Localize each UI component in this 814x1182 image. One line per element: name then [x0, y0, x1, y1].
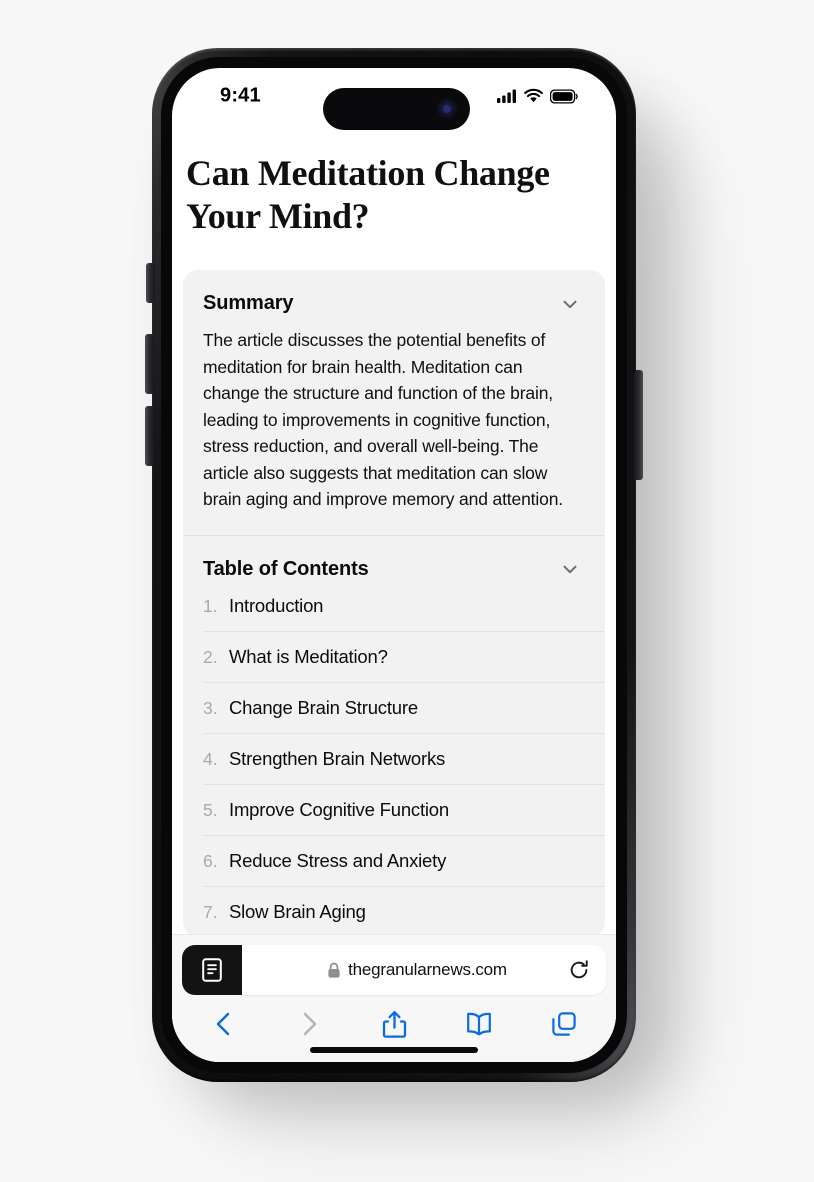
- toc-item[interactable]: 3. Change Brain Structure: [183, 681, 605, 733]
- reader-summary-card: Summary The article discusses the potent…: [183, 270, 605, 937]
- table-of-contents-section: Table of Contents 1. Introduction 2. What i…: [183, 536, 605, 937]
- share-button[interactable]: [368, 1004, 420, 1044]
- toc-item[interactable]: 5. Improve Cognitive Function: [183, 783, 605, 835]
- power-button[interactable]: [634, 370, 643, 480]
- toc-item-inner: 4. Strengthen Brain Networks: [203, 732, 605, 784]
- front-camera-icon: [437, 99, 457, 119]
- summary-section: Summary The article discusses the potent…: [183, 270, 605, 535]
- toc-item-inner: 5. Improve Cognitive Function: [203, 783, 605, 835]
- toc-item-number: 2.: [203, 646, 218, 667]
- summary-body-text: The article discusses the potential bene…: [203, 330, 563, 509]
- summary-title: Summary: [203, 292, 294, 314]
- tabs-icon: [552, 1012, 576, 1036]
- address-bar-content: thegranularnews.com: [327, 960, 507, 980]
- chevron-left-icon: [216, 1012, 230, 1036]
- chevron-down-icon[interactable]: [559, 558, 581, 580]
- toc-title: Table of Contents: [203, 557, 369, 580]
- address-bar[interactable]: thegranularnews.com: [242, 945, 606, 995]
- toc-item-inner: 2. What is Meditation?: [203, 630, 605, 682]
- toc-item-number: 4.: [203, 748, 218, 769]
- reader-mode-icon: [202, 958, 222, 982]
- status-bar-indicators: [497, 88, 578, 104]
- home-indicator[interactable]: [310, 1047, 478, 1053]
- volume-down-button[interactable]: [145, 406, 154, 466]
- toc-item-label: Slow Brain Aging: [229, 900, 366, 922]
- share-icon: [382, 1010, 406, 1038]
- reader-page-content: Can Meditation Change Your Mind? Summary…: [172, 126, 616, 1062]
- book-icon: [467, 1012, 491, 1036]
- browser-nav-row: [172, 1001, 616, 1047]
- back-button[interactable]: [198, 1004, 250, 1044]
- toc-item-number: 6.: [203, 850, 218, 871]
- phone-screen: 9:41 Can Meditation Change Your Mind? Su…: [172, 68, 616, 1062]
- toc-item-inner: 7. Slow Brain Aging: [203, 885, 605, 937]
- toc-item-number: 1.: [203, 595, 218, 616]
- toc-item-label: Change Brain Structure: [229, 696, 418, 718]
- wifi-icon: [524, 88, 543, 103]
- chevron-right-icon: [303, 1012, 317, 1036]
- toc-header[interactable]: Table of Contents: [183, 536, 605, 581]
- cellular-signal-icon: [497, 89, 516, 103]
- toc-item-number: 5.: [203, 799, 218, 820]
- summary-header[interactable]: Summary: [183, 270, 605, 315]
- toc-item-number: 7.: [203, 901, 218, 922]
- url-text: thegranularnews.com: [348, 960, 507, 979]
- forward-button[interactable]: [283, 1004, 335, 1044]
- safari-toolbar: thegranularnews.com: [172, 934, 616, 1062]
- reader-mode-button[interactable]: [182, 945, 242, 995]
- battery-full-icon: [550, 89, 578, 103]
- action-button[interactable]: [146, 263, 155, 303]
- toc-item[interactable]: 2. What is Meditation?: [183, 630, 605, 682]
- chevron-down-icon[interactable]: [559, 293, 581, 315]
- volume-up-button[interactable]: [145, 334, 154, 394]
- toc-item-label: Reduce Stress and Anxiety: [229, 849, 447, 871]
- tabs-button[interactable]: [538, 1004, 590, 1044]
- lock-icon: [328, 962, 340, 978]
- toc-item-inner: 1. Introduction: [203, 581, 605, 631]
- reload-icon[interactable]: [568, 959, 590, 981]
- page-title: Can Meditation Change Your Mind?: [186, 153, 550, 236]
- toc-item-inner: 6. Reduce Stress and Anxiety: [203, 834, 605, 886]
- toc-item-label: What is Meditation?: [229, 645, 388, 667]
- screenshot-stage: 9:41 Can Meditation Change Your Mind? Su…: [0, 0, 814, 1182]
- toc-item[interactable]: 6. Reduce Stress and Anxiety: [183, 834, 605, 886]
- toc-list: 1. Introduction 2. What is Meditation? 3. Cha…: [183, 581, 605, 937]
- address-bar-row: thegranularnews.com: [182, 945, 606, 995]
- toc-item-label: Introduction: [229, 594, 324, 616]
- status-bar-time: 9:41: [220, 84, 261, 107]
- toc-item-number: 3.: [203, 697, 218, 718]
- toc-item[interactable]: 7. Slow Brain Aging: [183, 885, 605, 937]
- status-bar: 9:41: [172, 68, 616, 130]
- toc-item-label: Improve Cognitive Function: [229, 798, 449, 820]
- toc-item[interactable]: 4. Strengthen Brain Networks: [183, 732, 605, 784]
- dynamic-island[interactable]: [323, 88, 470, 130]
- toc-item-label: Strengthen Brain Networks: [229, 747, 446, 769]
- toc-item[interactable]: 1. Introduction: [183, 581, 605, 631]
- toc-item-inner: 3. Change Brain Structure: [203, 681, 605, 733]
- bookmarks-button[interactable]: [453, 1004, 505, 1044]
